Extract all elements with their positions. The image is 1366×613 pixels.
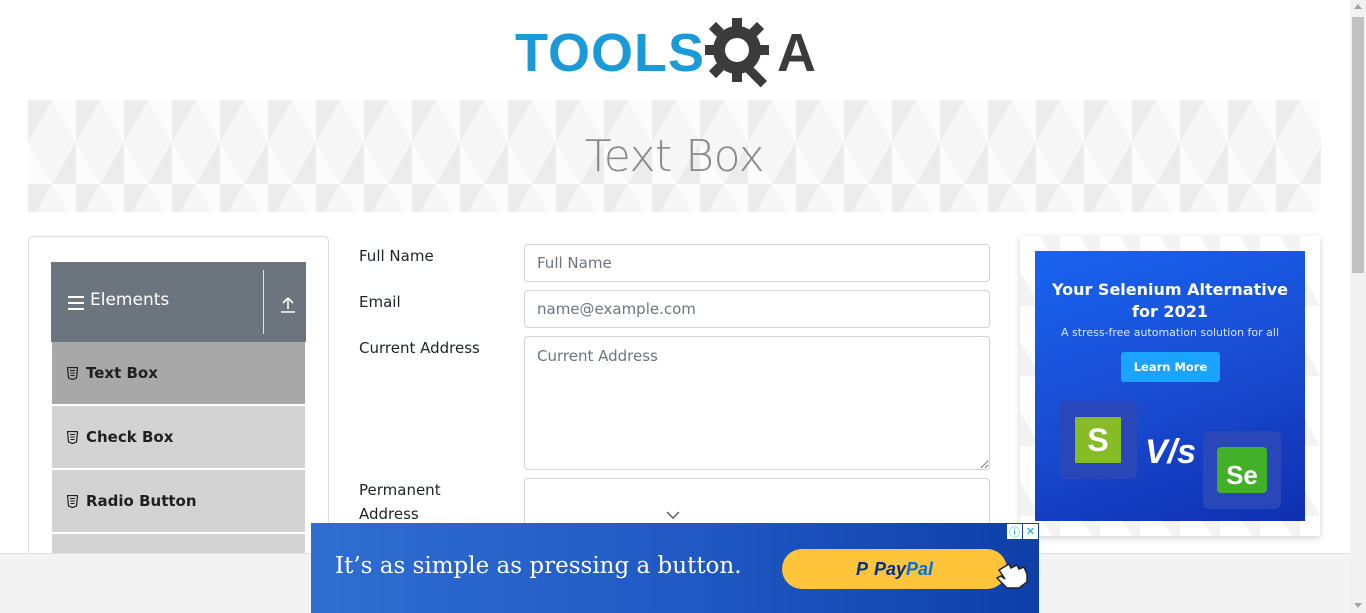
html-file-icon: [67, 494, 78, 508]
page-banner: Text Box: [28, 100, 1321, 212]
versus-text: V/s: [1145, 433, 1197, 471]
paypal-p-icon: P: [855, 558, 868, 579]
paypal-banner-ad[interactable]: It’s as simple as pressing a button. P P…: [311, 523, 1039, 613]
sidebar-group-elements[interactable]: Elements: [51, 262, 306, 342]
scrollbar-thumb[interactable]: [1352, 17, 1364, 273]
group-header-divider: [263, 270, 264, 334]
selenium-alternative-ad[interactable]: Your Selenium Alternative for 2021 A str…: [1035, 251, 1305, 521]
ad-subtitle: A stress-free automation solution for al…: [1060, 326, 1280, 339]
email-label: Email: [359, 293, 401, 311]
permanent-address-label: Permanent Address: [359, 478, 441, 526]
ad-message: It’s as simple as pressing a button.: [335, 553, 742, 579]
page-title: Text Box: [584, 130, 765, 182]
logo-text-tools: TOOLS: [515, 23, 706, 83]
right-ad-container: Your Selenium Alternative for 2021 A str…: [1020, 236, 1320, 536]
sidebar-item-label: Text Box: [86, 364, 158, 382]
sidebar-group-title: Elements: [90, 290, 170, 310]
scroll-up-icon[interactable]: [1354, 4, 1362, 9]
ad-title-line1: Your Selenium Alternative: [1051, 280, 1289, 299]
page-scrollbar[interactable]: [1350, 0, 1366, 613]
sidebar-item-radio-button[interactable]: Radio Button: [52, 470, 305, 532]
scroll-down-icon[interactable]: [1354, 603, 1362, 608]
selenium-logo-text: Se: [1217, 447, 1267, 493]
html-file-icon: [67, 366, 78, 380]
gear-magnifier-icon: [705, 16, 777, 90]
sidebar: Elements Text Box Check Box Radio Button: [28, 236, 329, 576]
ad-title-line2: for 2021: [1132, 302, 1208, 321]
selenium-logo: Se: [1203, 431, 1281, 509]
hamburger-icon: [68, 296, 84, 310]
toolsqa-logo[interactable]: TOOLS A: [515, 16, 837, 90]
ad-choices[interactable]: ⓘ ✕: [1006, 524, 1038, 539]
permanent-address-label-line1: Permanent: [359, 481, 441, 499]
html-file-icon: [67, 430, 78, 444]
sidebar-item-label: Check Box: [86, 428, 174, 446]
full-name-label: Full Name: [359, 247, 434, 265]
katalon-logo-letter: S: [1075, 417, 1121, 463]
email-input[interactable]: [524, 290, 990, 328]
katalon-logo: S: [1059, 401, 1137, 479]
logo-text-a: A: [777, 23, 817, 83]
ad-close-icon[interactable]: ✕: [1023, 524, 1038, 539]
chevron-down-icon[interactable]: [666, 511, 680, 520]
learn-more-button[interactable]: Learn More: [1121, 352, 1220, 382]
upload-arrow-icon[interactable]: [279, 296, 297, 314]
paypal-wordmark: PayPal: [873, 558, 934, 579]
full-name-input[interactable]: [524, 244, 990, 282]
sidebar-item-check-box[interactable]: Check Box: [52, 406, 305, 468]
ad-title: Your Selenium Alternative for 2021: [1035, 279, 1305, 323]
ad-info-icon[interactable]: ⓘ: [1007, 524, 1022, 539]
page: TOOLS A Text Box Elements Text Box Check…: [0, 0, 1366, 613]
sidebar-item-label: Radio Button: [86, 492, 197, 510]
paypal-button[interactable]: P PayPal: [782, 549, 1007, 589]
permanent-address-label-line2: Address: [359, 505, 419, 523]
current-address-textarea[interactable]: [524, 336, 990, 470]
sidebar-item-text-box[interactable]: Text Box: [52, 342, 305, 404]
hand-pointer-icon: [995, 562, 1028, 589]
current-address-label: Current Address: [359, 339, 480, 357]
